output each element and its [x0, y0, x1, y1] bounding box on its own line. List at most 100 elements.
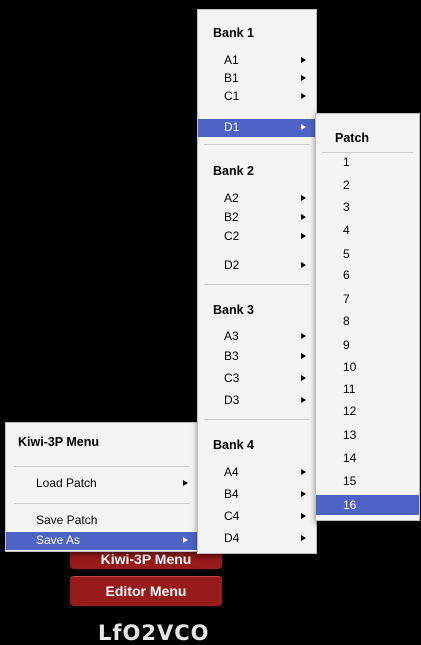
patch-item-3[interactable]: 3: [316, 197, 419, 218]
kiwi-menu-button-label: Kiwi-3P Menu: [100, 551, 192, 567]
bank-item-label: B3: [224, 349, 239, 363]
submenu-arrow-icon: [301, 375, 306, 381]
patch-menu-title: Patch: [335, 131, 370, 145]
bank-item-b2[interactable]: B2: [198, 209, 316, 226]
bank-item-c2[interactable]: C2: [198, 228, 316, 245]
bank-item-d2[interactable]: D2: [198, 257, 316, 274]
patch-item-label: 13: [343, 428, 357, 442]
patch-item-8[interactable]: 8: [316, 311, 419, 332]
patch-item-4[interactable]: 4: [316, 220, 419, 241]
bank-item-label: C2: [224, 229, 240, 243]
submenu-arrow-icon: [301, 262, 306, 268]
save-as-item[interactable]: Save As: [6, 532, 198, 550]
patch-item-label: 9: [343, 338, 350, 352]
submenu-arrow-icon: [301, 469, 306, 475]
kiwi-menu-separator: [14, 503, 190, 504]
patch-menu: Patch 1 2 3 4 5 6 7 8 9 10 11 12 13 14 1…: [315, 113, 420, 521]
bank-item-label: B1: [224, 71, 239, 85]
kiwi-menu: Kiwi-3P Menu Load Patch Save Patch Save …: [5, 422, 199, 552]
bank-4-title: Bank 4: [213, 438, 254, 452]
patch-item-15[interactable]: 15: [316, 471, 419, 492]
bank-separator: [204, 144, 310, 145]
editor-menu-button[interactable]: Editor Menu: [70, 576, 222, 606]
bank-item-label: C4: [224, 509, 240, 523]
bank-item-b3[interactable]: B3: [198, 348, 316, 365]
patch-item-13[interactable]: 13: [316, 425, 419, 446]
submenu-arrow-icon: [183, 480, 188, 486]
load-patch-label: Load Patch: [36, 476, 97, 490]
bank-2-title: Bank 2: [213, 164, 254, 178]
bank-item-label: D2: [224, 258, 240, 272]
bank-item-label: D1: [224, 120, 240, 134]
submenu-arrow-icon: [183, 537, 188, 543]
lfo2vco-logo: LfO2VCO: [98, 621, 210, 645]
submenu-arrow-icon: [301, 57, 306, 63]
patch-item-label: 15: [343, 474, 357, 488]
bank-1-title: Bank 1: [213, 26, 254, 40]
submenu-arrow-icon: [301, 93, 306, 99]
patch-item-10[interactable]: 10: [316, 357, 419, 378]
save-patch-item[interactable]: Save Patch: [6, 512, 198, 529]
patch-item-2[interactable]: 2: [316, 175, 419, 196]
bank-item-a1[interactable]: A1: [198, 52, 316, 69]
save-patch-label: Save Patch: [36, 513, 98, 527]
bank-item-c1[interactable]: C1: [198, 88, 316, 105]
submenu-arrow-icon: [301, 333, 306, 339]
bank-item-a3[interactable]: A3: [198, 328, 316, 345]
bank-item-label: A4: [224, 465, 239, 479]
patch-item-label: 7: [343, 292, 350, 306]
submenu-arrow-icon: [301, 233, 306, 239]
patch-item-label: 12: [343, 404, 357, 418]
patch-item-label: 11: [343, 382, 356, 396]
patch-item-7[interactable]: 7: [316, 289, 419, 310]
submenu-arrow-icon: [301, 75, 306, 81]
patch-item-9[interactable]: 9: [316, 335, 419, 356]
bank-3-title: Bank 3: [213, 303, 254, 317]
patch-item-14[interactable]: 14: [316, 448, 419, 469]
bank-item-label: C3: [224, 371, 240, 385]
bank-item-label: B2: [224, 210, 239, 224]
submenu-arrow-icon: [301, 353, 306, 359]
patch-item-label: 8: [343, 314, 350, 328]
patch-item-label: 1: [343, 155, 350, 169]
patch-item-16[interactable]: 16: [316, 495, 419, 515]
kiwi-menu-title: Kiwi-3P Menu: [18, 435, 100, 449]
bank-item-a4[interactable]: A4: [198, 464, 316, 481]
submenu-arrow-icon: [301, 513, 306, 519]
bank-separator: [204, 284, 310, 285]
patch-item-label: 6: [343, 268, 350, 282]
bank-menu: Bank 1 A1 B1 C1 D1 Bank 2 A2 B2 C2 D2 Ba…: [197, 9, 317, 554]
submenu-arrow-icon: [301, 214, 306, 220]
bank-item-d3[interactable]: D3: [198, 392, 316, 409]
bank-item-label: A2: [224, 191, 239, 205]
patch-item-label: 16: [343, 498, 357, 512]
patch-item-label: 3: [343, 200, 350, 214]
patch-item-5[interactable]: 5: [316, 244, 419, 265]
save-as-label: Save As: [36, 533, 81, 547]
patch-item-label: 14: [343, 451, 357, 465]
patch-item-12[interactable]: 12: [316, 401, 419, 422]
bank-item-d4[interactable]: D4: [198, 530, 316, 547]
bank-item-c3[interactable]: C3: [198, 370, 316, 387]
submenu-arrow-icon: [301, 397, 306, 403]
patch-item-label: 4: [343, 223, 350, 237]
bank-item-c4[interactable]: C4: [198, 508, 316, 525]
patch-item-label: 5: [343, 247, 350, 261]
patch-item-label: 2: [343, 178, 350, 192]
kiwi-menu-separator: [14, 466, 190, 467]
patch-item-label: 10: [343, 360, 357, 374]
load-patch-item[interactable]: Load Patch: [6, 475, 198, 492]
bank-item-d1[interactable]: D1: [198, 119, 316, 137]
bank-item-label: D3: [224, 393, 240, 407]
editor-menu-button-label: Editor Menu: [105, 583, 187, 599]
bank-item-b4[interactable]: B4: [198, 486, 316, 503]
patch-item-6[interactable]: 6: [316, 265, 419, 286]
bank-item-label: A3: [224, 329, 239, 343]
bank-item-b1[interactable]: B1: [198, 70, 316, 87]
bank-item-a2[interactable]: A2: [198, 190, 316, 207]
patch-item-11[interactable]: 11: [316, 379, 419, 400]
bank-item-label: D4: [224, 531, 240, 545]
submenu-arrow-icon: [301, 535, 306, 541]
submenu-arrow-icon: [301, 124, 306, 130]
patch-item-1[interactable]: 1: [316, 152, 419, 173]
